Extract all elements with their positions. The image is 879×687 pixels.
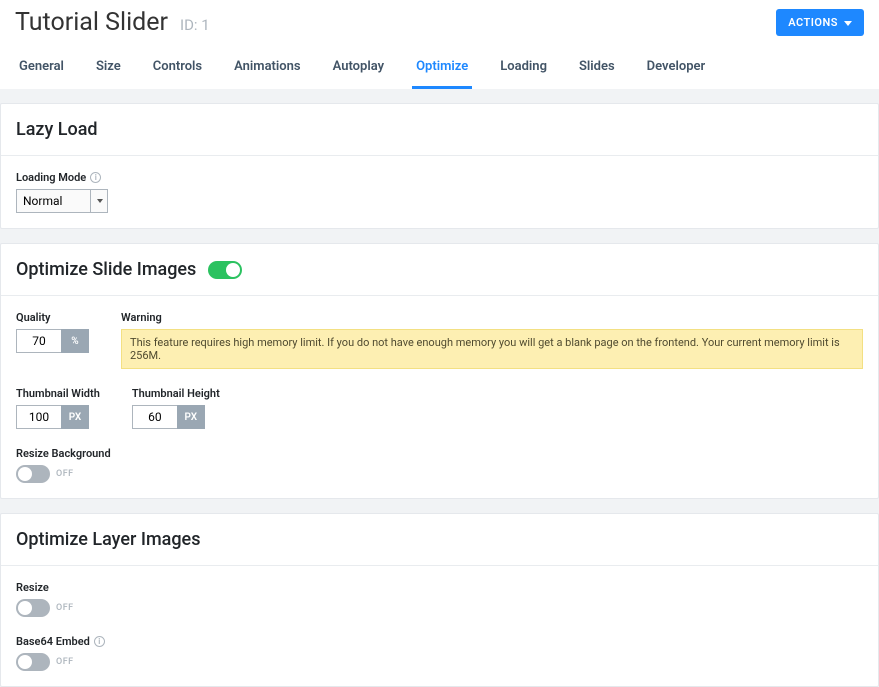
toggle-knob — [18, 655, 32, 669]
tab-developer[interactable]: Developer — [643, 49, 710, 89]
resize-background-label: Resize Background — [16, 447, 111, 460]
thumbnail-width-input[interactable] — [16, 405, 61, 429]
optimize-slide-images-toggle[interactable] — [208, 261, 242, 279]
thumbnail-height-input[interactable] — [132, 405, 177, 429]
toggle-off-label: OFF — [56, 603, 74, 613]
toggle-off-label: OFF — [56, 469, 74, 479]
tab-animations[interactable]: Animations — [230, 49, 304, 89]
info-icon[interactable]: i — [94, 636, 105, 647]
tab-size[interactable]: Size — [92, 49, 125, 89]
actions-label: ACTIONS — [788, 16, 838, 29]
loading-mode-label: Loading Mode i — [16, 171, 108, 184]
quality-label: Quality — [16, 311, 89, 324]
tabs: General Size Controls Animations Autopla… — [15, 49, 864, 89]
toggle-knob — [18, 467, 32, 481]
optimize-layer-images-heading: Optimize Layer Images — [16, 529, 200, 550]
tab-loading[interactable]: Loading — [496, 49, 551, 89]
tab-autoplay[interactable]: Autoplay — [329, 49, 388, 89]
px-unit: PX — [177, 405, 205, 429]
chevron-down-icon — [844, 16, 852, 29]
optimize-slide-images-panel: Optimize Slide Images Quality % Warning … — [0, 243, 879, 499]
tab-controls[interactable]: Controls — [149, 49, 206, 89]
toggle-off-label: OFF — [56, 657, 74, 667]
thumbnail-height-label: Thumbnail Height — [132, 387, 220, 400]
resize-label: Resize — [16, 581, 74, 594]
toggle-knob — [18, 601, 32, 615]
optimize-slide-images-heading: Optimize Slide Images — [16, 259, 196, 280]
warning-message: This feature requires high memory limit.… — [121, 329, 863, 369]
info-icon[interactable]: i — [90, 172, 101, 183]
actions-button[interactable]: ACTIONS — [776, 9, 864, 36]
loading-mode-select[interactable]: Normal — [16, 189, 108, 213]
tab-slides[interactable]: Slides — [575, 49, 619, 89]
thumbnail-width-label: Thumbnail Width — [16, 387, 100, 400]
lazy-load-panel: Lazy Load Loading Mode i Normal — [0, 103, 879, 229]
resize-background-toggle[interactable] — [16, 465, 50, 483]
page-id: ID: 1 — [180, 16, 210, 34]
base64-embed-label: Base64 Embed i — [16, 635, 105, 648]
resize-toggle[interactable] — [16, 599, 50, 617]
lazy-load-heading: Lazy Load — [16, 119, 98, 140]
page-title: Tutorial Slider — [15, 8, 168, 37]
warning-label: Warning — [121, 311, 863, 324]
quality-input[interactable] — [16, 329, 61, 353]
quality-unit: % — [61, 329, 89, 353]
tab-general[interactable]: General — [15, 49, 68, 89]
tab-optimize[interactable]: Optimize — [412, 49, 472, 89]
toggle-knob — [226, 263, 240, 277]
base64-embed-toggle[interactable] — [16, 653, 50, 671]
optimize-layer-images-panel: Optimize Layer Images Resize OFF Base64 … — [0, 513, 879, 687]
px-unit: PX — [61, 405, 89, 429]
